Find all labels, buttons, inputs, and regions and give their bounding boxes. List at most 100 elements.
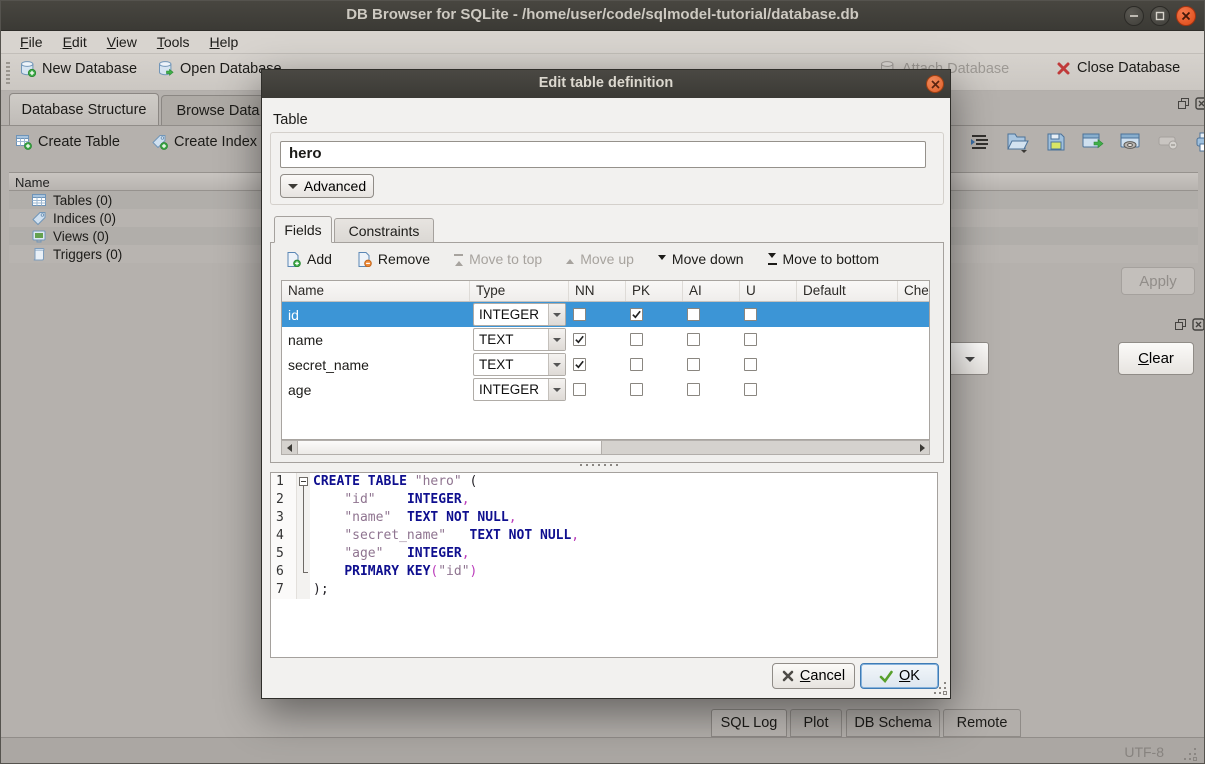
cell-nn	[569, 308, 626, 321]
pk-checkbox[interactable]	[630, 308, 643, 321]
scroll-right-icon[interactable]	[914, 441, 929, 454]
tab-plot[interactable]: Plot	[790, 709, 842, 737]
create-table-button[interactable]: Create Table	[15, 133, 120, 150]
dialog-titlebar[interactable]: Edit table definition	[262, 70, 950, 98]
combo-arrow-icon[interactable]	[548, 379, 565, 400]
pk-checkbox[interactable]	[630, 383, 643, 396]
dock-float-icon[interactable]	[1177, 97, 1190, 110]
field-row-secret-name[interactable]: secret_nameTEXT	[282, 352, 929, 377]
table-name-input[interactable]: hero	[280, 141, 926, 168]
remove-button[interactable]: Remove	[356, 251, 430, 267]
type-combobox[interactable]: INTEGER	[473, 303, 566, 326]
new-database-icon	[19, 60, 36, 77]
column-header-type[interactable]: Type	[470, 281, 569, 301]
add-button[interactable]: Add	[285, 251, 332, 267]
move-down-button[interactable]: Move down	[658, 251, 744, 267]
format-sql-icon[interactable]	[969, 131, 991, 153]
maximize-icon[interactable]	[1150, 6, 1170, 26]
trigger-icon	[31, 246, 47, 262]
close-window-icon[interactable]	[1176, 6, 1196, 26]
ok-button[interactable]: OK	[860, 663, 939, 689]
tab-sql-log[interactable]: SQL Log	[711, 709, 787, 737]
scroll-left-icon[interactable]	[282, 441, 297, 454]
scrollbar-thumb[interactable]	[297, 441, 602, 454]
move-to-bottom-button[interactable]: Move to bottom	[768, 251, 880, 267]
pk-checkbox[interactable]	[630, 358, 643, 371]
export-sql-icon[interactable]	[1081, 131, 1105, 153]
link-sql-icon[interactable]	[1119, 131, 1143, 153]
type-combobox[interactable]: INTEGER	[473, 378, 566, 401]
ai-checkbox[interactable]	[687, 383, 700, 396]
create-index-button[interactable]: Create Index	[151, 133, 257, 150]
dialog-close-icon[interactable]	[926, 75, 944, 93]
edit-table-dialog: Edit table definition Table hero Advance…	[261, 69, 951, 699]
u-checkbox[interactable]	[744, 333, 757, 346]
ai-checkbox[interactable]	[687, 308, 700, 321]
window-titlebar: DB Browser for SQLite - /home/user/code/…	[1, 1, 1204, 31]
u-checkbox[interactable]	[744, 383, 757, 396]
tab-database-structure-label: Database Structure	[22, 102, 147, 118]
open-sql-file-icon[interactable]	[1005, 130, 1031, 154]
tab-fields-label: Fields	[284, 222, 321, 238]
tab-browse-data[interactable]: Browse Data	[161, 95, 275, 126]
nn-checkbox[interactable]	[573, 383, 586, 396]
combo-arrow-icon[interactable]	[548, 329, 565, 350]
dock-buttons-top	[1177, 97, 1205, 110]
ai-checkbox[interactable]	[687, 358, 700, 371]
field-name-cell[interactable]: secret_name	[282, 357, 470, 373]
menu-file[interactable]: File	[11, 32, 52, 52]
fold-gutter[interactable]	[297, 473, 310, 491]
close-database-button[interactable]: Close Database	[1056, 60, 1180, 76]
pk-checkbox[interactable]	[630, 333, 643, 346]
type-combobox[interactable]: TEXT	[473, 353, 566, 376]
toolbar-drag-handle[interactable]	[6, 62, 10, 84]
nn-checkbox[interactable]	[573, 308, 586, 321]
column-header-nn[interactable]: NN	[569, 281, 626, 301]
combo-arrow-icon[interactable]	[548, 354, 565, 375]
column-header-pk[interactable]: PK	[626, 281, 683, 301]
grid-horizontal-scrollbar[interactable]	[281, 440, 930, 455]
dock-close-icon[interactable]	[1195, 97, 1205, 110]
dock-close-icon[interactable]	[1192, 318, 1205, 331]
u-checkbox[interactable]	[744, 308, 757, 321]
combo-arrow-icon[interactable]	[548, 304, 565, 325]
save-sql-file-icon[interactable]	[1045, 131, 1067, 153]
dialog-resize-grip[interactable]	[932, 680, 946, 694]
splitter-handle[interactable]	[580, 464, 620, 466]
menu-edit[interactable]: Edit	[54, 32, 96, 52]
filter-combobox[interactable]	[947, 342, 989, 375]
clear-button[interactable]: Clear	[1118, 342, 1194, 375]
field-name-cell[interactable]: name	[282, 332, 470, 348]
menu-view[interactable]: View	[98, 32, 146, 52]
tab-remote[interactable]: Remote	[943, 709, 1021, 737]
tab-constraints[interactable]: Constraints	[334, 218, 434, 243]
new-database-button[interactable]: New Database	[19, 60, 137, 77]
column-header-name[interactable]: Name	[282, 281, 470, 301]
dock-float-icon[interactable]	[1174, 318, 1187, 331]
action-label: Remove	[378, 251, 430, 267]
ai-checkbox[interactable]	[687, 333, 700, 346]
menu-help[interactable]: Help	[201, 32, 248, 52]
u-checkbox[interactable]	[744, 358, 757, 371]
column-header-u[interactable]: U	[740, 281, 797, 301]
type-combobox[interactable]: TEXT	[473, 328, 566, 351]
menu-tools[interactable]: Tools	[148, 32, 199, 52]
print-sql-icon[interactable]	[1195, 131, 1205, 153]
minimize-icon[interactable]	[1124, 6, 1144, 26]
column-header-ai[interactable]: AI	[683, 281, 740, 301]
cancel-button[interactable]: Cancel	[772, 663, 855, 689]
field-name-cell[interactable]: id	[282, 307, 470, 323]
field-name-cell[interactable]: age	[282, 382, 470, 398]
field-row-age[interactable]: ageINTEGER	[282, 377, 929, 402]
advanced-button[interactable]: Advanced	[280, 174, 374, 198]
nn-checkbox[interactable]	[573, 358, 586, 371]
field-row-id[interactable]: idINTEGER	[282, 302, 929, 327]
window-resize-grip[interactable]	[1182, 746, 1196, 760]
tab-fields[interactable]: Fields	[274, 216, 332, 243]
tab-db-schema[interactable]: DB Schema	[846, 709, 940, 737]
tab-database-structure[interactable]: Database Structure	[9, 93, 159, 126]
column-header-check[interactable]: Check	[898, 281, 930, 301]
field-row-name[interactable]: nameTEXT	[282, 327, 929, 352]
nn-checkbox[interactable]	[573, 333, 586, 346]
column-header-default[interactable]: Default	[797, 281, 898, 301]
